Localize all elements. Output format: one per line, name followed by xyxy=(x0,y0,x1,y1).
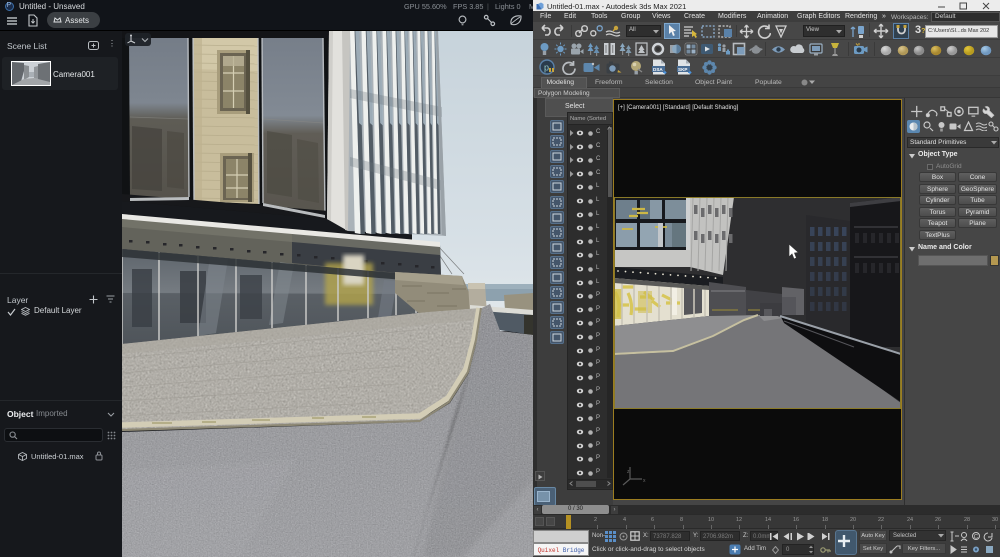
svg-text:p: p xyxy=(544,63,549,73)
svg-text:SKP: SKP xyxy=(678,67,687,72)
svg-text:DSA: DSA xyxy=(653,67,663,72)
svg-text:C: C xyxy=(974,535,979,541)
svg-text:x: x xyxy=(643,478,646,484)
